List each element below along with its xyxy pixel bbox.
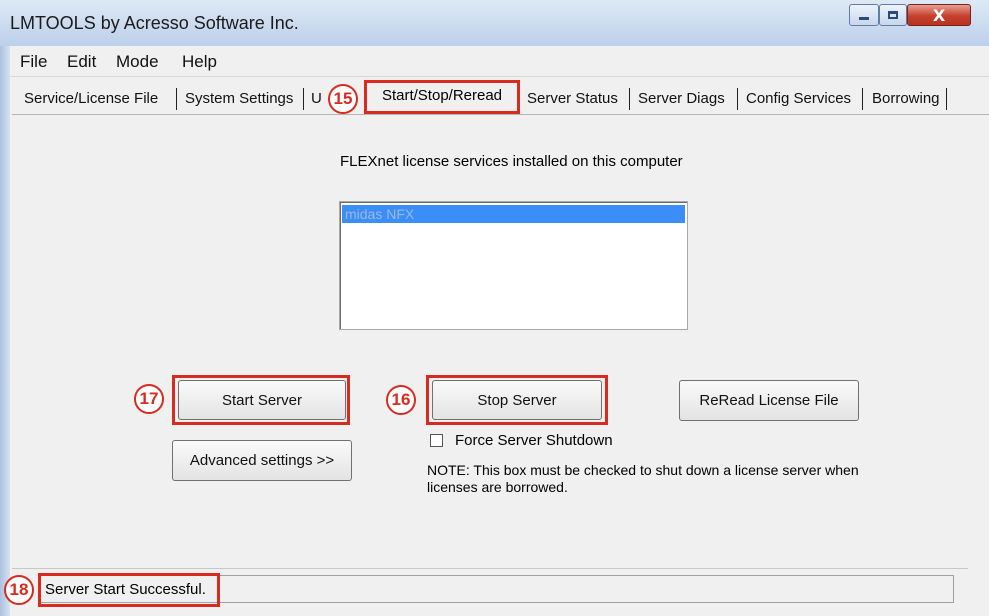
- tab-system-settings[interactable]: System Settings: [185, 86, 293, 112]
- status-bar-grip: [968, 568, 989, 616]
- tab-server-diags[interactable]: Server Diags: [638, 86, 725, 112]
- maximize-button[interactable]: [879, 4, 907, 26]
- marker-15: 15: [328, 84, 358, 114]
- tab-borrowing[interactable]: Borrowing: [872, 86, 940, 112]
- tab-config-services[interactable]: Config Services: [746, 86, 851, 112]
- tab-divider: [862, 88, 863, 110]
- tab-server-status[interactable]: Server Status: [527, 86, 618, 112]
- minimize-icon: [850, 5, 878, 25]
- advanced-settings-button[interactable]: Advanced settings >>: [172, 440, 352, 481]
- services-list-item[interactable]: midas NFX: [342, 205, 685, 223]
- tab-start-stop-reread-label: Start/Stop/Reread: [381, 87, 503, 104]
- minimize-button[interactable]: [849, 4, 879, 26]
- marker-17: 17: [134, 384, 164, 414]
- menu-mode[interactable]: Mode: [116, 52, 159, 72]
- tab-divider: [946, 88, 947, 110]
- tab-start-stop-reread[interactable]: Start/Stop/Reread: [364, 80, 520, 114]
- tab-utilities[interactable]: U: [311, 86, 322, 112]
- advanced-settings-label: Advanced settings >>: [189, 452, 335, 469]
- tab-divider: [176, 88, 177, 110]
- note-text: NOTE: This box must be checked to shut d…: [427, 462, 859, 495]
- menu-help[interactable]: Help: [182, 52, 217, 72]
- title-bar: LMTOOLS by Acresso Software Inc. X: [0, 0, 989, 46]
- lmtools-window: LMTOOLS by Acresso Software Inc. X File …: [0, 0, 989, 616]
- window-title: LMTOOLS by Acresso Software Inc.: [10, 13, 299, 33]
- tab-service-license-file[interactable]: Service/License File: [24, 86, 158, 112]
- services-heading: FLEXnet license services installed on th…: [340, 153, 683, 170]
- force-shutdown-checkbox[interactable]: [430, 434, 443, 447]
- reread-license-file-label: ReRead License File: [699, 392, 839, 409]
- marker-16: 16: [386, 385, 416, 415]
- highlight-frame-stop: [426, 375, 608, 425]
- close-button[interactable]: X: [907, 4, 971, 26]
- tab-divider: [303, 88, 304, 110]
- tab-divider: [737, 88, 738, 110]
- force-shutdown-label: Force Server Shutdown: [455, 432, 613, 449]
- menu-bar: File Edit Mode Help: [10, 48, 989, 77]
- menu-edit[interactable]: Edit: [67, 52, 96, 72]
- close-icon: X: [932, 5, 946, 25]
- reread-license-file-button[interactable]: ReRead License File: [679, 380, 859, 421]
- services-listbox[interactable]: midas NFX: [339, 201, 688, 330]
- tab-panel: [12, 114, 989, 569]
- maximize-icon: [880, 5, 906, 25]
- window-left-border: [0, 46, 10, 616]
- highlight-frame-start: [172, 375, 350, 425]
- menu-file[interactable]: File: [20, 52, 47, 72]
- tab-divider: [629, 88, 630, 110]
- marker-18: 18: [4, 575, 34, 605]
- highlight-frame-status: [38, 573, 220, 607]
